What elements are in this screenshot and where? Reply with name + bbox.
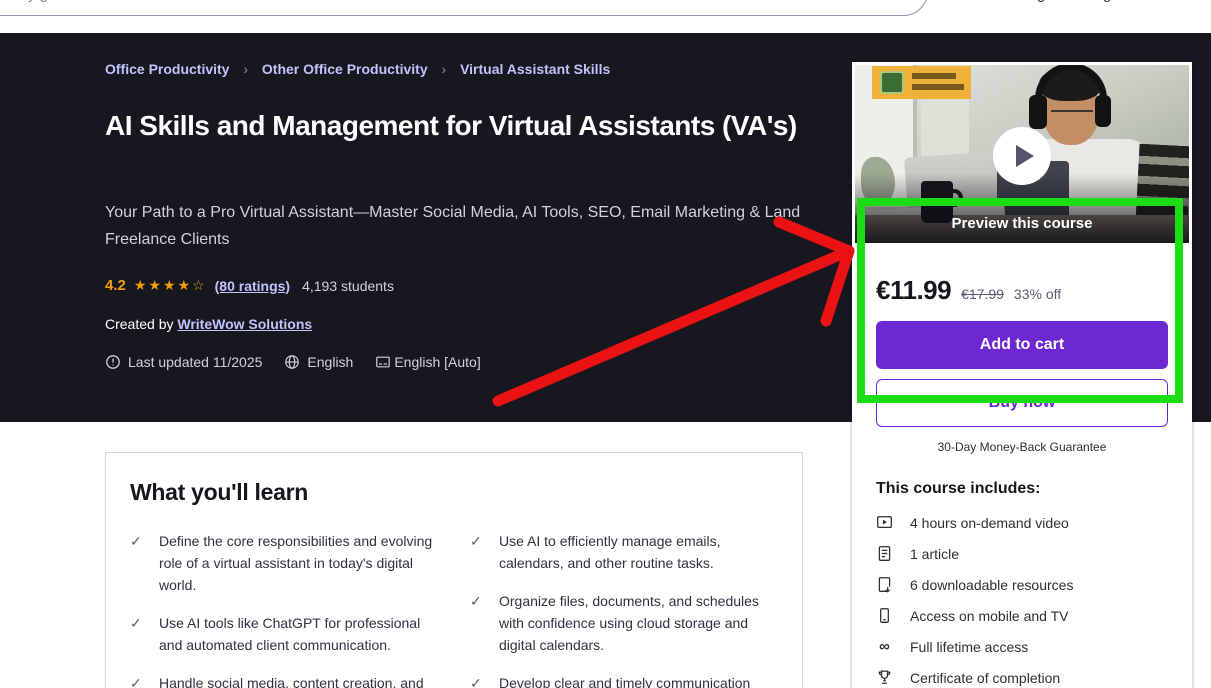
check-icon: ✓ — [470, 590, 484, 656]
trophy-icon — [876, 669, 893, 686]
what-youll-learn-card: What you'll learn ✓Define the core respo… — [105, 452, 803, 688]
learn-list-right: ✓Use AI to efficiently manage emails, ca… — [470, 530, 778, 688]
ratings-count-link[interactable]: (80 ratings) — [215, 278, 290, 294]
discount-badge: 33% off — [1014, 286, 1061, 302]
download-icon — [876, 576, 893, 593]
check-icon: ✓ — [130, 612, 144, 656]
purchase-sidebar: Preview this course €11.99 €17.99 33% of… — [852, 62, 1192, 688]
nav-text-fragment: g — [1037, 0, 1051, 7]
rating-score: 4.2 — [105, 277, 126, 294]
preview-course-label[interactable]: Preview this course — [855, 215, 1189, 232]
globe-icon — [284, 354, 300, 370]
play-button[interactable] — [993, 127, 1051, 185]
list-item: ✓Organize files, documents, and schedule… — [470, 590, 778, 656]
course-subtitle: Your Path to a Pro Virtual Assistant—Mas… — [105, 199, 820, 253]
list-item: ∞Full lifetime access — [876, 638, 1168, 655]
rating-row: 4.2 ★★★★☆ (80 ratings) 4,193 students — [105, 277, 394, 294]
chevron-right-icon: › — [243, 61, 248, 77]
course-language: English — [284, 354, 353, 370]
page-title: AI Skills and Management for Virtual Ass… — [105, 107, 820, 144]
list-item: 4 hours on-demand video — [876, 514, 1168, 531]
list-item: ✓Use AI tools like ChatGPT for professio… — [130, 612, 438, 656]
last-updated: Last updated 11/2025 — [105, 354, 262, 370]
course-includes-list: 4 hours on-demand video 1 article — [876, 514, 1168, 686]
what-youll-learn-heading: What you'll learn — [130, 479, 778, 506]
add-to-cart-button[interactable]: Add to cart — [876, 321, 1168, 369]
infinity-icon: ∞ — [876, 638, 893, 655]
list-item: ✓Define the core responsibilities and ev… — [130, 530, 438, 596]
ondemand-video-icon — [876, 514, 893, 531]
breadcrumb: Office Productivity › Other Office Produ… — [105, 61, 610, 77]
students-count: 4,193 students — [302, 278, 394, 294]
check-icon: ✓ — [470, 530, 484, 574]
list-item: 1 article — [876, 545, 1168, 562]
price-row: €11.99 €17.99 33% off — [876, 275, 1168, 306]
udemy-course-page: y g g g Office Productivity › Other Offi… — [0, 0, 1211, 688]
list-item: 6 downloadable resources — [876, 576, 1168, 593]
course-meta-row: Last updated 11/2025 English English [Au… — [105, 354, 481, 370]
money-back-guarantee: 30-Day Money-Back Guarantee — [876, 440, 1168, 454]
play-icon — [1016, 145, 1034, 167]
closed-captions-icon — [375, 354, 391, 370]
breadcrumb-office-productivity[interactable]: Office Productivity — [105, 61, 229, 77]
mobile-icon — [876, 607, 893, 624]
course-preview-video[interactable]: Preview this course — [855, 65, 1189, 243]
nav-text-fragment: g — [1103, 0, 1117, 7]
buy-now-button[interactable]: Buy now — [876, 379, 1168, 427]
article-icon — [876, 545, 893, 562]
check-icon: ✓ — [130, 672, 144, 688]
search-placeholder-fragment: y g — [28, 0, 88, 7]
list-item: Certificate of completion — [876, 669, 1168, 686]
learn-list-left: ✓Define the core responsibilities and ev… — [130, 530, 438, 688]
created-by-label: Created by — [105, 316, 177, 332]
course-captions: English [Auto] — [375, 354, 480, 370]
check-icon: ✓ — [130, 530, 144, 596]
created-by-row: Created by WriteWow Solutions — [105, 316, 312, 332]
original-price: €17.99 — [961, 286, 1004, 302]
breadcrumb-virtual-assistant-skills[interactable]: Virtual Assistant Skills — [460, 61, 610, 77]
list-item: ✓Develop clear and timely communication … — [470, 672, 778, 688]
chevron-right-icon: › — [442, 61, 447, 77]
list-item: Access on mobile and TV — [876, 607, 1168, 624]
top-navbar: y g g g — [0, 0, 1211, 33]
instructor-link[interactable]: WriteWow Solutions — [177, 316, 312, 332]
course-includes-heading: This course includes: — [876, 480, 1168, 498]
list-item: ✓Use AI to efficiently manage emails, ca… — [470, 530, 778, 574]
list-item: ✓Handle social media, content creation, … — [130, 672, 438, 688]
alert-circle-icon — [105, 354, 121, 370]
breadcrumb-other-office-productivity[interactable]: Other Office Productivity — [262, 61, 428, 77]
star-rating-icon: ★★★★☆ — [134, 277, 207, 294]
search-input[interactable] — [0, 0, 928, 16]
current-price: €11.99 — [876, 275, 951, 306]
check-icon: ✓ — [470, 672, 484, 688]
